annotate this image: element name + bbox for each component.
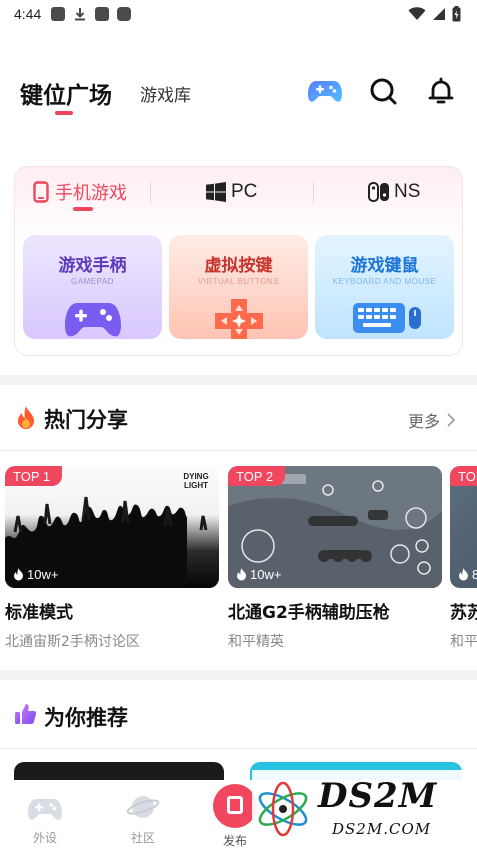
watermark: DS2M DS2M.COM	[252, 770, 472, 846]
views-label-1: 10w+	[27, 567, 59, 582]
views-count-1: 10w+	[13, 567, 58, 582]
mode-virtual-buttons[interactable]: 虚拟按键 VIRTUAL BUTTONS	[169, 235, 308, 339]
header-divider	[0, 450, 477, 451]
mode-virtual-subtitle: VIRTUAL BUTTONS	[197, 277, 280, 286]
mode-keyboard-title: 游戏键鼠	[350, 256, 419, 276]
signal-icon	[433, 8, 445, 20]
hot-share-title: 热门分享	[44, 408, 128, 432]
share-title-1: 标准模式	[5, 603, 73, 623]
views-count-2: 10w+	[236, 567, 281, 582]
flame-icon	[237, 568, 246, 581]
status-bar: 4:44	[0, 0, 477, 28]
flame-icon	[14, 568, 23, 581]
share-thumb-3: TOP 3 8	[450, 466, 477, 588]
dpad-illustration-icon	[215, 299, 263, 339]
top-badge-3: TOP 3	[450, 466, 477, 486]
recommend-header: 为你推荐	[14, 696, 463, 736]
nav-peripherals[interactable]: 外设	[15, 792, 75, 846]
search-icon[interactable]	[366, 74, 400, 108]
platform-indicator	[73, 207, 93, 211]
fire-icon	[18, 406, 34, 429]
more-label: 更多	[407, 412, 440, 431]
chevron-right-icon	[447, 413, 455, 427]
watermark-sub: DS2M.COM	[332, 820, 432, 838]
mode-gamepad-subtitle: GAMEPAD	[71, 277, 114, 286]
share-sub-2: 和平精英	[228, 634, 284, 650]
tab-pc-label: PC	[231, 181, 258, 202]
atom-logo-icon	[258, 781, 308, 837]
tab-key-square[interactable]: 键位广场	[20, 76, 112, 110]
share-title-2: 北通G2手柄辅助压枪	[228, 603, 390, 623]
game-logo-text: DYING LIGHT	[183, 472, 209, 490]
views-label-3: 8	[472, 567, 477, 582]
mode-gamepad[interactable]: 游戏手柄 GAMEPAD	[23, 235, 162, 339]
share-thumb-2: TOP 2 10w+	[228, 466, 442, 588]
views-count-3: 8	[458, 567, 477, 582]
share-card-2[interactable]: TOP 2 10w+ 北通G2手柄辅助压枪 和平精英	[228, 466, 442, 651]
share-sub-3: 和平	[450, 634, 477, 650]
flame-icon	[459, 568, 468, 581]
recommend-card-1[interactable]	[14, 762, 224, 782]
status-time: 4:44	[14, 6, 42, 22]
wifi-icon	[408, 7, 426, 20]
publish-icon	[213, 784, 257, 828]
recommend-title: 为你推荐	[44, 706, 128, 730]
more-link[interactable]: 更多	[408, 408, 455, 432]
mode-gamepad-title: 游戏手柄	[58, 256, 127, 276]
nav-peripherals-label: 外设	[32, 831, 57, 845]
mode-keyboard-mouse[interactable]: 游戏键鼠 KEYBOARD AND MOUSE	[315, 235, 454, 339]
windows-icon	[206, 182, 226, 202]
controller-icon	[28, 799, 62, 820]
switch-icon	[368, 182, 389, 202]
share-thumb-1: DYING LIGHT TOP 1 10w+	[5, 466, 219, 588]
tab-pc[interactable]: PC	[206, 177, 257, 207]
app-icon	[95, 7, 110, 21]
active-tab-indicator	[55, 111, 73, 115]
planet-icon	[126, 796, 160, 818]
gamepad-illustration-icon	[65, 303, 121, 337]
bell-icon[interactable]	[424, 74, 458, 108]
top-badge-1: TOP 1	[5, 466, 63, 486]
hot-share-header: 热门分享 更多	[14, 398, 463, 438]
mode-keyboard-subtitle: KEYBOARD AND MOUSE	[332, 277, 437, 286]
recommend-divider	[0, 748, 477, 749]
tab-game-library[interactable]: 游戏库	[140, 81, 191, 106]
phone-icon	[33, 181, 49, 203]
top-badge-2: TOP 2	[228, 466, 286, 486]
platform-divider	[150, 182, 151, 204]
keyboard-illustration-icon	[353, 303, 421, 333]
tab-ns-label: NS	[394, 181, 421, 202]
tab-mobile-games[interactable]: 手机游戏	[33, 177, 127, 207]
share-card-3-clip: TOP 3 8 苏苏 和平	[450, 466, 477, 666]
app-icon-2	[117, 7, 132, 21]
share-sub-1: 北通宙斯2手柄讨论区	[5, 634, 140, 650]
section-divider	[0, 375, 477, 385]
tab-mobile-label: 手机游戏	[55, 183, 127, 204]
views-label-2: 10w+	[250, 567, 282, 582]
share-card-1[interactable]: DYING LIGHT TOP 1 10w+ 标准模式 北通宙斯2手柄讨论区	[5, 466, 219, 651]
share-card-3[interactable]: TOP 3 8 苏苏 和平	[450, 466, 477, 651]
nav-community[interactable]: 社区	[113, 792, 173, 846]
notification-icon	[51, 7, 66, 21]
battery-icon	[452, 6, 461, 22]
mode-virtual-title: 虚拟按键	[204, 256, 273, 276]
gamepad-icon[interactable]	[308, 74, 342, 108]
top-nav: 键位广场 游戏库	[0, 70, 477, 120]
section-divider-2	[0, 670, 477, 680]
platform-card: 手机游戏 PC NS 游戏手柄 GAMEPAD 虚拟按键 VIRTUAL BUT…	[14, 166, 463, 356]
download-icon	[73, 7, 87, 21]
nav-community-label: 社区	[130, 831, 155, 845]
platform-divider-2	[313, 182, 314, 204]
watermark-main: DS2M	[318, 776, 438, 816]
share-title-3: 苏苏	[450, 603, 477, 623]
thumbs-up-icon	[15, 704, 37, 724]
status-right	[408, 6, 461, 22]
tab-ns[interactable]: NS	[368, 177, 420, 207]
